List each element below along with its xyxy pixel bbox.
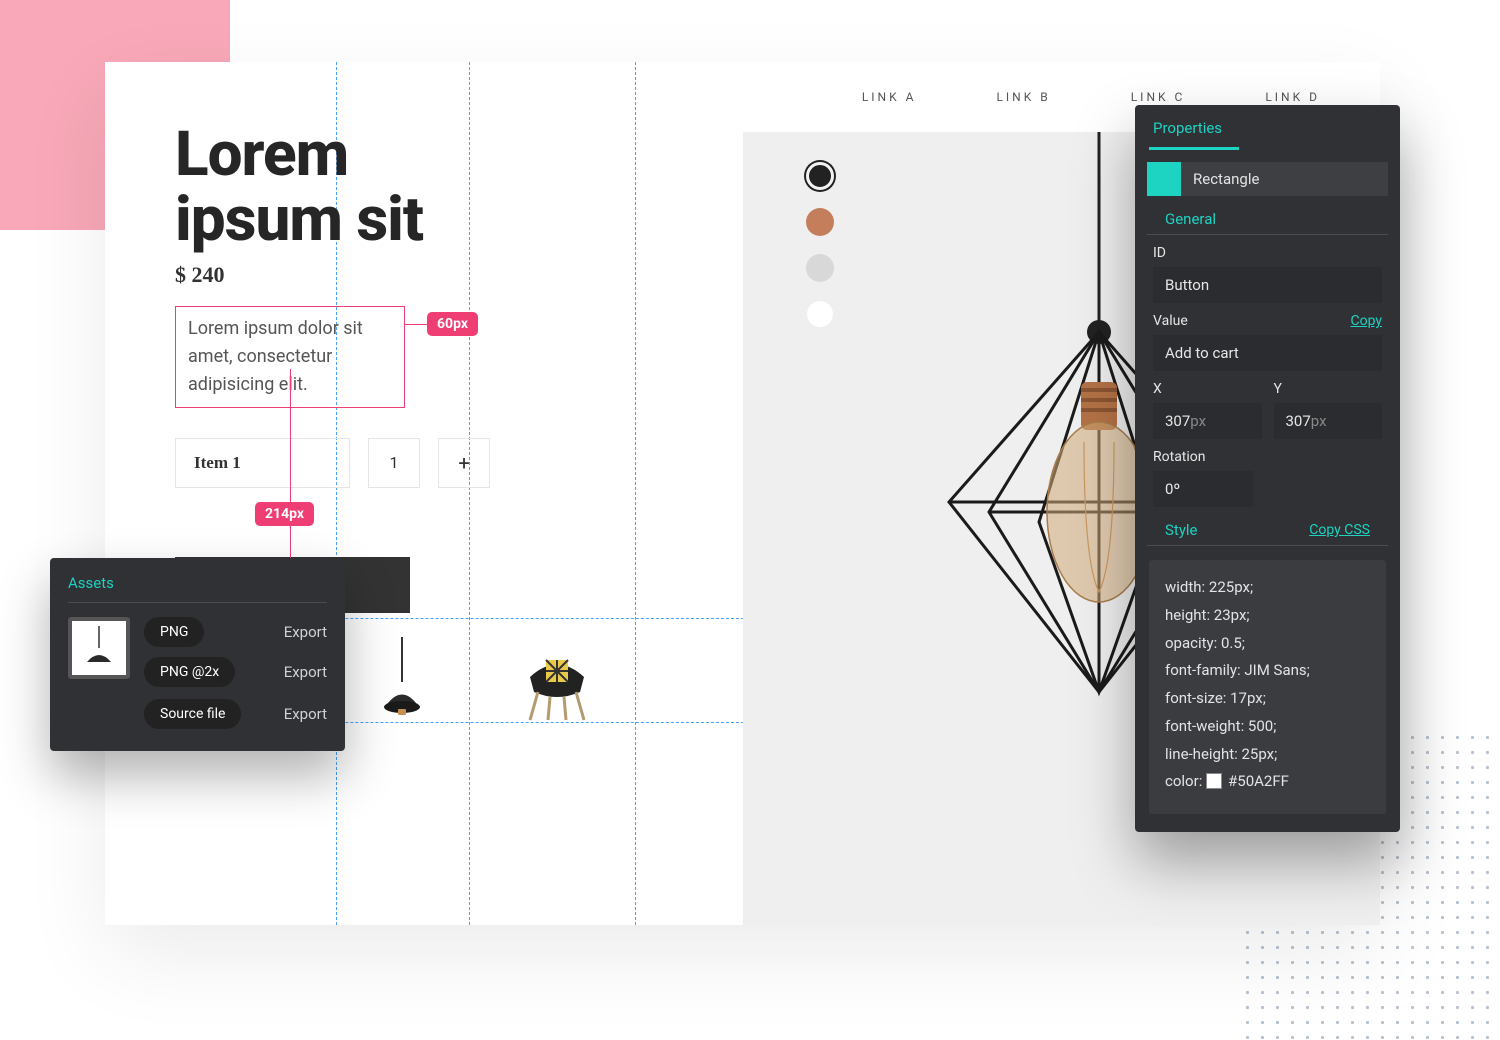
swatch-white[interactable]: [806, 300, 834, 328]
css-line: opacity: 0.5;: [1165, 630, 1370, 658]
css-line: font-size: 17px;: [1165, 685, 1370, 713]
css-line: height: 23px;: [1165, 602, 1370, 630]
css-line: width: 225px;: [1165, 574, 1370, 602]
rotation-label: Rotation: [1153, 449, 1382, 465]
export-link[interactable]: Export: [284, 623, 327, 641]
thumbnail-chair[interactable]: [520, 632, 595, 722]
format-chip-png2x[interactable]: PNG @2x: [144, 657, 235, 687]
color-swatches: [806, 162, 834, 328]
css-line-color: color: #50A2FF: [1165, 768, 1370, 796]
x-label: X: [1153, 381, 1262, 397]
export-link[interactable]: Export: [284, 705, 327, 723]
thumbnail-lamp[interactable]: [365, 632, 440, 722]
copy-css-link[interactable]: Copy CSS: [1309, 522, 1370, 538]
item-select[interactable]: Item 1: [175, 438, 350, 488]
product-title: Lorem ipsum sit: [175, 122, 655, 252]
css-line: line-height: 25px;: [1165, 741, 1370, 769]
quantity-value: 1: [368, 438, 420, 488]
measure-badge-214px: 214px: [255, 502, 314, 526]
asset-thumbnail[interactable]: [68, 617, 130, 679]
nav-link-b[interactable]: LINK B: [996, 90, 1050, 104]
nav-link-c[interactable]: LINK C: [1131, 90, 1186, 104]
value-label: Value: [1153, 313, 1188, 329]
copy-value-link[interactable]: Copy: [1350, 313, 1382, 329]
css-output[interactable]: width: 225px; height: 23px; opacity: 0.5…: [1149, 560, 1386, 814]
color-swatch-icon: [1206, 773, 1222, 789]
value-input[interactable]: Add to cart: [1153, 335, 1382, 371]
measure-badge-60px: 60px: [427, 312, 478, 336]
y-input[interactable]: 307px: [1274, 403, 1383, 439]
css-line: font-family: JIM Sans;: [1165, 657, 1370, 685]
swatch-copper[interactable]: [806, 208, 834, 236]
swatch-gray[interactable]: [806, 254, 834, 282]
format-chip-png[interactable]: PNG: [144, 617, 204, 647]
nav-link-a[interactable]: LINK A: [862, 90, 917, 104]
assets-panel[interactable]: Assets PNG Export PNG @2x Export Source …: [50, 558, 345, 751]
swatch-black[interactable]: [806, 162, 834, 190]
asset-row-png: PNG Export: [144, 617, 327, 647]
rotation-input[interactable]: 0º: [1153, 471, 1253, 507]
product-content: Lorem ipsum sit $ 240 Lorem ipsum dolor …: [175, 122, 655, 613]
section-style: Style: [1165, 521, 1198, 539]
format-chip-source[interactable]: Source file: [144, 699, 241, 729]
quantity-plus-button[interactable]: +: [438, 438, 490, 488]
assets-panel-title: Assets: [68, 574, 327, 603]
thumbnail-row: [365, 632, 595, 722]
id-input[interactable]: Button: [1153, 267, 1382, 303]
nav-link-d[interactable]: LINK D: [1265, 90, 1320, 104]
asset-row-source: Source file Export: [68, 699, 327, 729]
css-line: font-weight: 500;: [1165, 713, 1370, 741]
nav-links: LINK A LINK B LINK C LINK D: [862, 90, 1320, 104]
properties-tab[interactable]: Properties: [1135, 105, 1400, 147]
x-input[interactable]: 307px: [1153, 403, 1262, 439]
y-label: Y: [1274, 381, 1383, 397]
element-type-row: Rectangle: [1147, 162, 1388, 196]
export-link[interactable]: Export: [284, 663, 327, 681]
asset-row-png2x: PNG @2x Export: [144, 657, 327, 687]
element-type-label: Rectangle: [1181, 170, 1271, 188]
id-label: ID: [1153, 245, 1382, 261]
tab-underline: [1149, 147, 1239, 150]
element-type-swatch: [1147, 162, 1181, 196]
section-general: General: [1147, 196, 1388, 235]
properties-panel[interactable]: Properties Rectangle General ID Button V…: [1135, 105, 1400, 832]
product-price: $ 240: [175, 262, 655, 288]
